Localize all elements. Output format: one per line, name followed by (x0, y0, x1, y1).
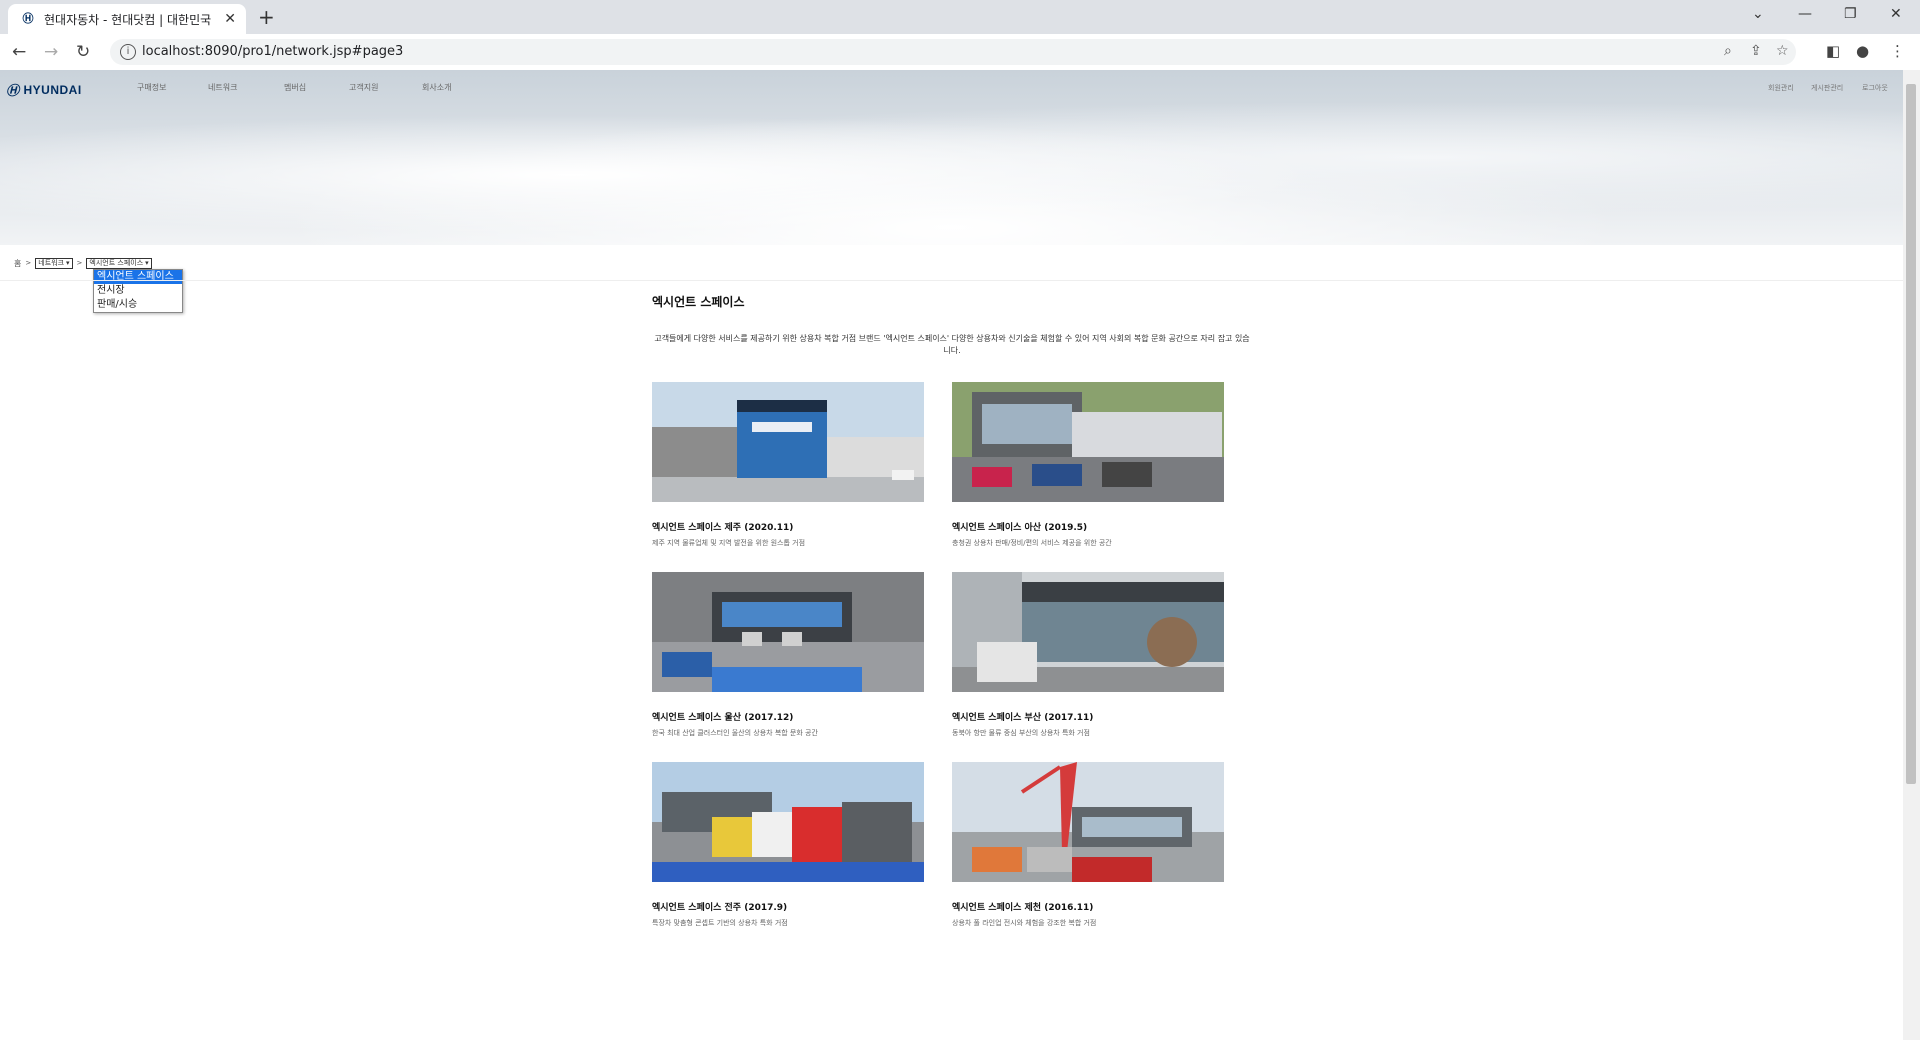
chevron-down-icon: ▾ (66, 258, 70, 267)
gnb-item-membership[interactable]: 멤버십 (284, 82, 306, 93)
space-photo-busan[interactable] (952, 572, 1224, 692)
restore-icon[interactable]: ❐ (1844, 6, 1857, 22)
space-card-jeonju[interactable]: 엑시언트 스페이스 전주 (2017.9) 특장차 맞춤형 콘셉트 기반의 상용… (652, 762, 924, 928)
hyundai-logo[interactable]: Ⓗ HYUNDAI (6, 80, 82, 99)
profile-avatar-icon[interactable]: ● (1856, 42, 1869, 60)
space-card-asan[interactable]: 엑시언트 스페이스 아산 (2019.5) 충청권 상용차 판매/정비/편의 서… (952, 382, 1224, 548)
breadcrumb: 홈 > 네트워크 ▾ > 엑시언트 스페이스 ▾ (14, 257, 152, 269)
forward-icon[interactable]: → (44, 42, 58, 62)
home-icon[interactable]: 홈 (14, 258, 21, 269)
breadcrumb-select-level1[interactable]: 네트워크 ▾ (35, 257, 73, 269)
browser-toolbar: ← → ↻ i localhost:8090/pro1/network.jsp#… (0, 34, 1920, 71)
dropdown-option[interactable]: 엑시언트 스페이스 (94, 270, 182, 284)
dropdown-option[interactable]: 전시장 (94, 284, 182, 298)
breadcrumb-level2-label: 엑시언트 스페이스 (89, 258, 144, 267)
web-page: Ⓗ HYUNDAI 구매정보 네트워크 멤버십 고객지원 회사소개 회원관리 게… (0, 70, 1903, 1040)
gnb-item-company[interactable]: 회사소개 (422, 82, 451, 93)
side-panel-icon[interactable]: ◧ (1826, 42, 1840, 60)
share-icon[interactable]: ⇪ (1750, 43, 1762, 59)
bookmark-star-icon[interactable]: ☆ (1776, 43, 1789, 59)
page-scrollbar[interactable] (1903, 70, 1920, 1040)
divider (0, 280, 1903, 281)
zoom-icon[interactable]: ⌕ (1724, 43, 1732, 59)
breadcrumb-separator: > (76, 259, 83, 267)
dropdown-option[interactable]: 판매/시승 (94, 298, 182, 312)
space-card-desc: 충청권 상용차 판매/정비/편의 서비스 제공을 위한 공간 (952, 539, 1112, 547)
space-card-desc: 특장차 맞춤형 콘셉트 기반의 상용차 특화 거점 (652, 919, 788, 927)
breadcrumb-level1-label: 네트워크 (38, 258, 65, 267)
space-card-title[interactable]: 엑시언트 스페이스 울산 (2017.12) (652, 710, 924, 723)
reload-icon[interactable]: ↻ (76, 42, 90, 62)
chevron-down-icon: ▾ (145, 258, 149, 267)
hyundai-emblem-icon: Ⓗ (6, 83, 20, 98)
breadcrumb-separator: > (25, 259, 32, 267)
util-member-admin[interactable]: 회원관리 (1768, 83, 1794, 93)
browser-tab[interactable]: Ⓗ 현대자동차 - 현대닷컴 | 대한민국 ✕ (8, 4, 246, 34)
breadcrumb-dropdown-list: 엑시언트 스페이스 전시장 판매/시승 (93, 269, 183, 313)
space-card-jecheon[interactable]: 엑시언트 스페이스 제천 (2016.11) 상용차 풀 라인업 전시와 체험을… (952, 762, 1224, 928)
space-card-desc: 상용차 풀 라인업 전시와 체험을 강조한 복합 거점 (952, 919, 1097, 927)
menu-kebab-icon[interactable]: ⋮ (1890, 42, 1905, 60)
tab-title: 현대자동차 - 현대닷컴 | 대한민국 (44, 12, 212, 27)
space-card-ulsan[interactable]: 엑시언트 스페이스 울산 (2017.12) 한국 최대 산업 클러스터인 울산… (652, 572, 924, 738)
space-card-title[interactable]: 엑시언트 스페이스 부산 (2017.11) (952, 710, 1224, 723)
space-card-busan[interactable]: 엑시언트 스페이스 부산 (2017.11) 동북아 항만 물류 중심 부산의 … (952, 572, 1224, 738)
util-logout[interactable]: 로그아웃 (1862, 83, 1888, 93)
space-photo-jeonju[interactable] (652, 762, 924, 882)
back-icon[interactable]: ← (12, 42, 26, 62)
new-tab-button[interactable]: + (258, 5, 275, 29)
space-photo-asan[interactable] (952, 382, 1224, 502)
space-card-desc: 동북아 항만 물류 중심 부산의 상용차 특화 거점 (952, 729, 1090, 737)
page-description: 고객들에게 다양한 서비스를 제공하기 위한 상용차 복합 거점 브랜드 '엑시… (654, 334, 1250, 355)
space-card-title[interactable]: 엑시언트 스페이스 전주 (2017.9) (652, 900, 924, 913)
space-photo-jeju[interactable] (652, 382, 924, 502)
space-card-desc: 제주 지역 물류업체 및 지역 발전을 위한 원스톱 거점 (652, 539, 806, 547)
space-card-desc: 한국 최대 산업 클러스터인 울산의 상용차 복합 문화 공간 (652, 729, 818, 737)
address-bar[interactable]: i localhost:8090/pro1/network.jsp#page3 … (110, 39, 1796, 65)
space-photo-ulsan[interactable] (652, 572, 924, 692)
breadcrumb-select-level2[interactable]: 엑시언트 스페이스 ▾ (86, 257, 152, 269)
window-close-icon[interactable]: ✕ (1890, 6, 1902, 22)
site-info-icon[interactable]: i (120, 44, 136, 60)
url-text[interactable]: localhost:8090/pro1/network.jsp#page3 (142, 44, 403, 59)
gnb-item-network[interactable]: 네트워크 (208, 82, 237, 93)
minimize-icon[interactable]: — (1798, 6, 1812, 22)
tab-search-icon[interactable]: ⌄ (1752, 6, 1764, 22)
space-photo-jecheon[interactable] (952, 762, 1224, 882)
logo-text: HYUNDAI (23, 82, 82, 97)
space-card-title[interactable]: 엑시언트 스페이스 제주 (2020.11) (652, 520, 924, 533)
gnb-item-support[interactable]: 고객지원 (349, 82, 378, 93)
hero-sky-banner: Ⓗ HYUNDAI 구매정보 네트워크 멤버십 고객지원 회사소개 회원관리 게… (0, 70, 1903, 245)
tab-close-icon[interactable]: ✕ (224, 11, 236, 27)
browser-tab-bar: Ⓗ 현대자동차 - 현대닷컴 | 대한민국 ✕ + ⌄ — ❐ ✕ (0, 0, 1920, 34)
page-title: 엑시언트 스페이스 (652, 295, 745, 309)
gnb-item-purchase[interactable]: 구매정보 (137, 82, 166, 93)
util-board-admin[interactable]: 게시판관리 (1811, 83, 1843, 93)
space-card-title[interactable]: 엑시언트 스페이스 제천 (2016.11) (952, 900, 1224, 913)
space-card-jeju[interactable]: 엑시언트 스페이스 제주 (2020.11) 제주 지역 물류업체 및 지역 발… (652, 382, 924, 548)
hyundai-favicon-icon: Ⓗ (22, 12, 34, 25)
scrollbar-thumb[interactable] (1906, 84, 1916, 784)
space-card-title[interactable]: 엑시언트 스페이스 아산 (2019.5) (952, 520, 1224, 533)
